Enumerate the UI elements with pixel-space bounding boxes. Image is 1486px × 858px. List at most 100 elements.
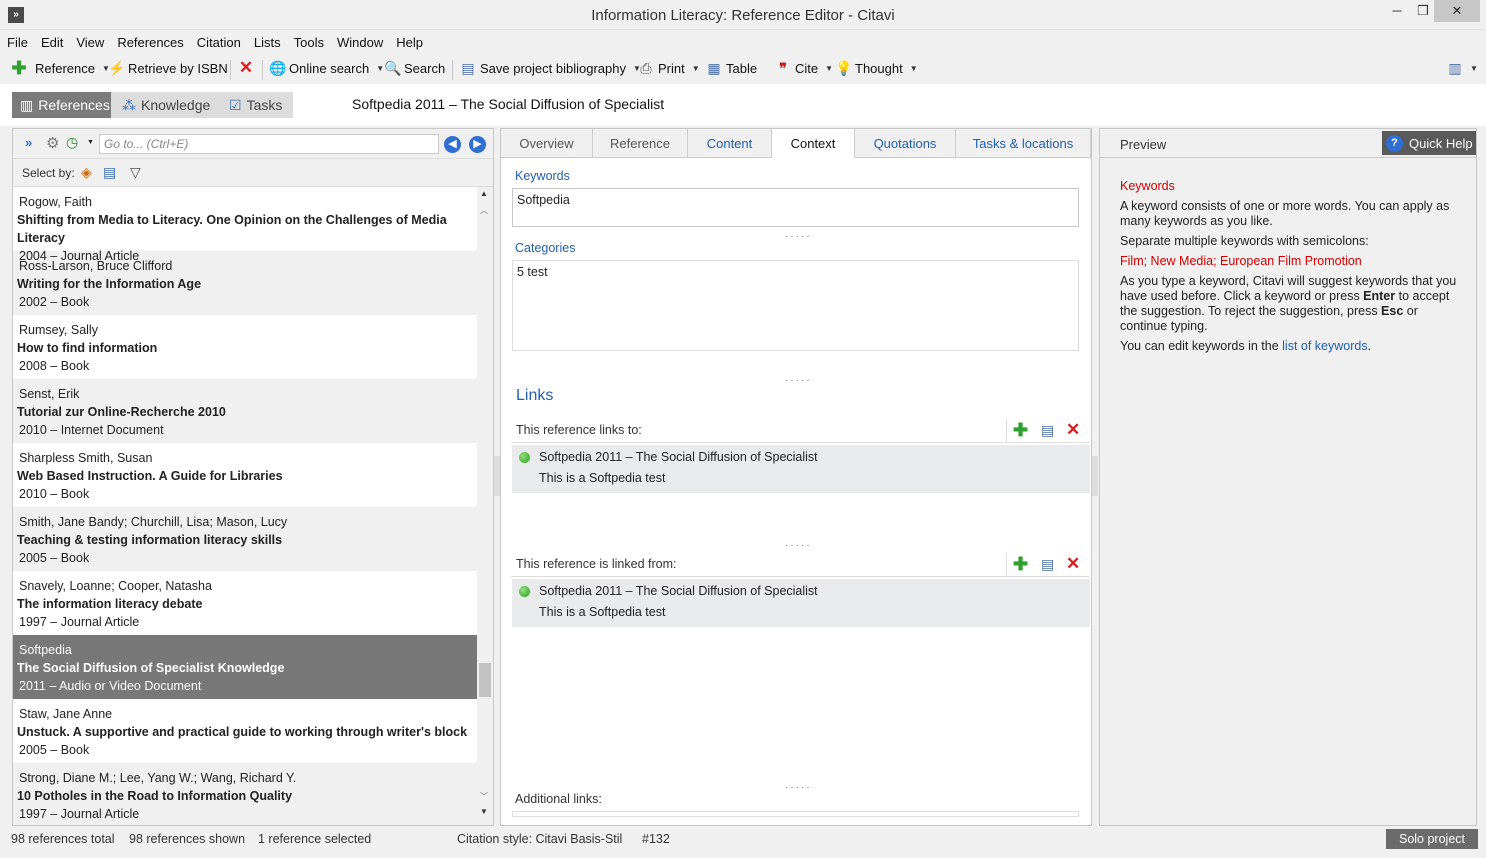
tab-content[interactable]: Content xyxy=(688,129,772,158)
toolbar-separator xyxy=(262,60,263,80)
list-item[interactable]: Snavely, Loanne; Cooper, Natasha The inf… xyxy=(13,571,477,635)
remove-link-icon[interactable]: ✕ xyxy=(1066,554,1080,574)
table-button[interactable]: ▦ Table xyxy=(706,60,757,76)
tab-quotations[interactable]: Quotations xyxy=(855,129,956,158)
scroll-up-icon[interactable]: ▲ xyxy=(480,189,488,198)
mode-tasks[interactable]: ☑ Tasks xyxy=(221,92,290,118)
add-link-icon[interactable]: ✚ xyxy=(1013,420,1028,441)
reference-author: Softpedia xyxy=(19,643,72,657)
reference-title: The Social Diffusion of Specialist Knowl… xyxy=(17,661,285,675)
resize-handle[interactable]: ····· xyxy=(785,782,812,793)
goto-input[interactable]: Go to... (Ctrl+E) xyxy=(99,134,439,154)
edit-link-icon[interactable]: ▤ xyxy=(1041,422,1054,439)
new-reference-button[interactable]: ✚ Reference ▼ xyxy=(11,59,109,77)
menu-file[interactable]: File xyxy=(0,32,34,50)
menu-help[interactable]: Help xyxy=(389,32,429,50)
toolbar-separator xyxy=(452,60,453,80)
save-bibliography-button[interactable]: ▤ Save project bibliography ▼ xyxy=(460,60,641,76)
filter-icon[interactable]: ▽ xyxy=(130,164,141,181)
mode-references[interactable]: ▥ References xyxy=(12,92,111,118)
categories-field[interactable]: 5 test xyxy=(512,260,1079,351)
list-item[interactable]: Staw, Jane Anne Unstuck. A supportive an… xyxy=(13,699,477,763)
chevron-down-icon[interactable]: ﹀ xyxy=(480,791,488,802)
online-search-button[interactable]: 🌐 Online search ▼ xyxy=(269,60,384,76)
delete-reference-button[interactable]: ✕ xyxy=(238,59,254,76)
link-row[interactable]: Softpedia 2011 – The Social Diffusion of… xyxy=(512,579,1090,627)
menu-window[interactable]: Window xyxy=(330,32,389,50)
mode-knowledge[interactable]: ⁂ Knowledge xyxy=(114,92,218,118)
select-by-bar: Select by: ◈ ▤ ▽ xyxy=(13,159,493,187)
toolbar-separator xyxy=(230,60,231,80)
keywords-field[interactable]: Softpedia xyxy=(512,188,1079,227)
list-item[interactable]: Smith, Jane Bandy; Churchill, Lisa; Maso… xyxy=(13,507,477,571)
help-heading: Keywords xyxy=(1120,179,1175,193)
select-list-icon[interactable]: ▤ xyxy=(103,164,116,181)
edit-link-icon[interactable]: ▤ xyxy=(1041,556,1054,573)
list-item[interactable]: Senst, Erik Tutorial zur Online-Recherch… xyxy=(13,379,477,443)
print-button[interactable]: ⎙ Print ▼ xyxy=(638,60,699,76)
history-icon[interactable]: ◷ xyxy=(66,134,78,151)
chevron-down-icon[interactable]: ▼ xyxy=(87,139,94,146)
status-selected: 1 reference selected xyxy=(258,832,372,846)
resize-handle[interactable]: ····· xyxy=(785,540,812,551)
retrieve-isbn-button[interactable]: ⚡ Retrieve by ISBN xyxy=(108,60,228,76)
add-link-icon[interactable]: ✚ xyxy=(1013,554,1028,575)
scroll-thumb[interactable] xyxy=(479,663,491,697)
thought-button[interactable]: 💡 Thought ▼ xyxy=(835,60,918,76)
menu-lists[interactable]: Lists xyxy=(247,32,287,50)
list-item[interactable]: Strong, Diane M.; Lee, Yang W.; Wang, Ri… xyxy=(13,763,477,825)
chevron-down-icon: ▼ xyxy=(909,63,918,73)
help-text: You can edit keywords in the xyxy=(1120,339,1283,353)
status-number: #132 xyxy=(642,832,670,846)
list-item[interactable]: Ross-Larson, Bruce Clifford Writing for … xyxy=(13,251,477,315)
editor-tabs: Overview Reference Content Context Quota… xyxy=(501,129,1091,158)
help-paragraph: Separate multiple keywords with semicolo… xyxy=(1120,234,1369,248)
reference-title: Tutorial zur Online-Recherche 2010 xyxy=(17,405,226,419)
tab-overview[interactable]: Overview xyxy=(501,129,593,158)
select-tags-icon[interactable]: ◈ xyxy=(81,164,92,181)
maximize-icon[interactable]: ❐ xyxy=(1412,0,1434,22)
menu-references[interactable]: References xyxy=(110,32,189,50)
quick-help-button[interactable]: ? Quick Help xyxy=(1382,131,1476,155)
search-button[interactable]: 🔍 Search xyxy=(384,60,445,76)
solo-project-badge[interactable]: Solo project xyxy=(1386,829,1478,849)
help-icon: ? xyxy=(1386,134,1403,152)
resize-handle[interactable]: ····· xyxy=(785,231,812,242)
gear-icon[interactable]: ⚙ xyxy=(46,134,59,152)
minimize-icon[interactable]: ─ xyxy=(1382,0,1412,22)
preview-header: Preview ? Quick Help xyxy=(1100,129,1476,158)
next-icon[interactable]: ▶ xyxy=(469,136,486,153)
chevron-up-icon[interactable]: ︿ xyxy=(480,205,488,216)
menu-view[interactable]: View xyxy=(69,32,110,50)
list-item[interactable]: Rumsey, Sally How to find information 20… xyxy=(13,315,477,379)
list-item[interactable]: Rogow, Faith Shifting from Media to Lite… xyxy=(13,187,477,263)
tab-tasks-locations[interactable]: Tasks & locations xyxy=(956,129,1091,158)
resize-handle[interactable]: ····· xyxy=(785,375,812,386)
online-search-label: Online search xyxy=(289,60,370,76)
additional-links-field[interactable] xyxy=(512,811,1079,817)
tab-context[interactable]: Context xyxy=(772,129,855,158)
layout-button[interactable]: ▥ ▼ xyxy=(1447,60,1478,76)
menu-citation[interactable]: Citation xyxy=(190,32,247,50)
previous-icon[interactable]: ◀ xyxy=(444,136,461,153)
list-item[interactable]: Sharpless Smith, Susan Web Based Instruc… xyxy=(13,443,477,507)
cite-button[interactable]: ❞ Cite ▼ xyxy=(775,60,833,76)
tab-reference[interactable]: Reference xyxy=(593,129,688,158)
reference-meta: 1997 – Journal Article xyxy=(19,807,140,821)
reference-title: Unstuck. A supportive and practical guid… xyxy=(17,725,468,739)
right-splitter[interactable] xyxy=(1092,456,1098,496)
link-row[interactable]: Softpedia 2011 – The Social Diffusion of… xyxy=(512,445,1090,493)
close-window-icon[interactable]: ✕ xyxy=(1434,0,1480,22)
list-of-keywords-link[interactable]: list of keywords xyxy=(1282,339,1367,353)
tasks-icon: ☑ xyxy=(229,96,242,113)
reference-list-scrollbar[interactable]: ▲ ︿ ﹀ ▼ xyxy=(477,187,493,825)
chevron-down-icon: ▼ xyxy=(825,63,834,73)
menu-tools[interactable]: Tools xyxy=(287,32,330,50)
remove-link-icon[interactable]: ✕ xyxy=(1066,420,1080,440)
scroll-down-icon[interactable]: ▼ xyxy=(480,807,488,816)
expand-icon[interactable]: » xyxy=(25,135,32,150)
list-item-selected[interactable]: Softpedia The Social Diffusion of Specia… xyxy=(13,635,477,699)
menu-edit[interactable]: Edit xyxy=(34,32,69,50)
preview-panel: Preview ? Quick Help Keywords A keyword … xyxy=(1099,128,1477,826)
links-to-label: This reference links to: xyxy=(516,423,642,437)
